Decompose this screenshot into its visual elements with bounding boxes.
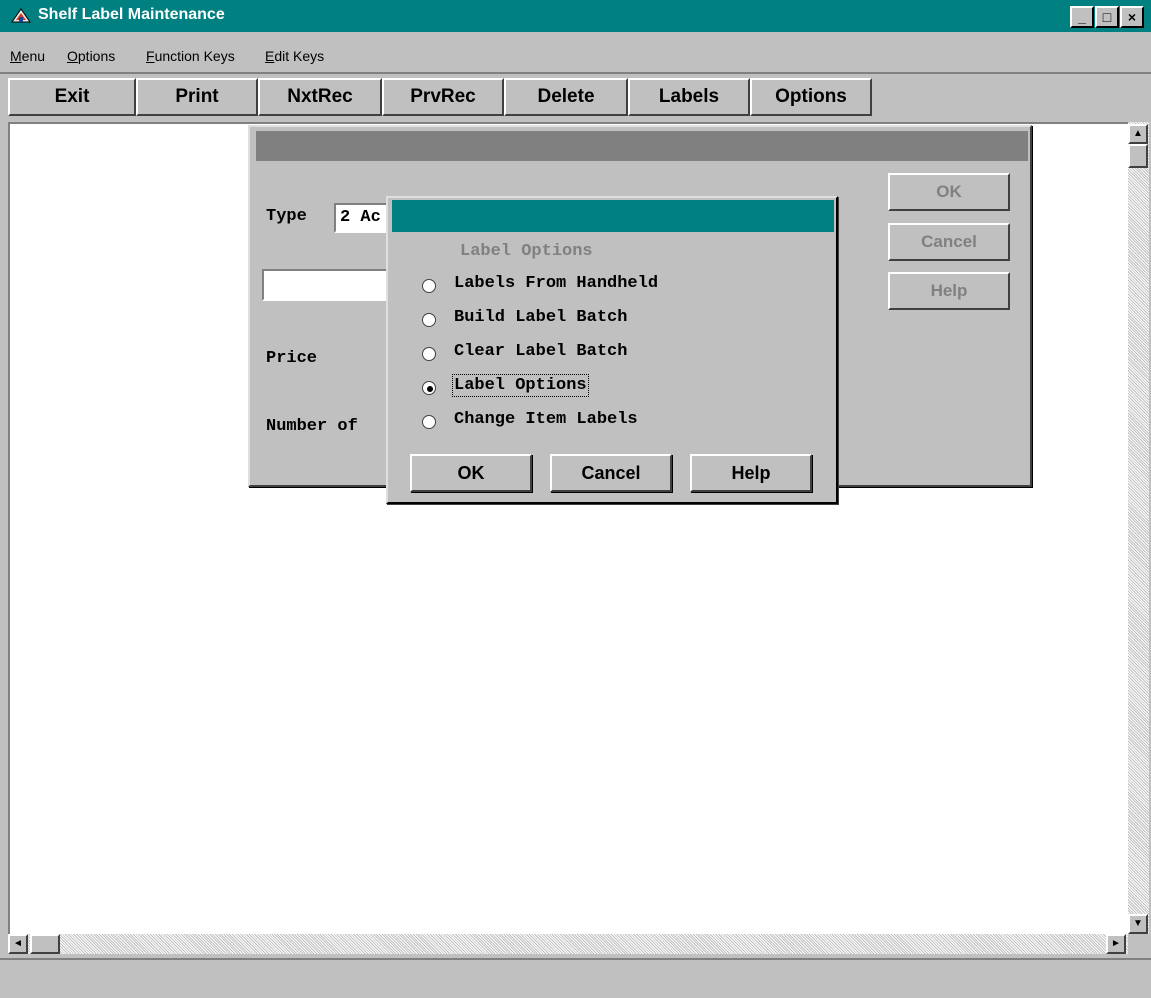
close-button[interactable]: × bbox=[1120, 6, 1144, 28]
scroll-right-icon[interactable]: ► bbox=[1106, 934, 1126, 954]
app-icon bbox=[10, 6, 32, 26]
menu-function-keys[interactable]: Function Keys bbox=[146, 48, 235, 64]
back-ok-button[interactable]: OK bbox=[888, 173, 1010, 211]
vertical-scrollbar[interactable] bbox=[1128, 122, 1149, 934]
cancel-button[interactable]: Cancel bbox=[550, 454, 672, 492]
radio-change-item-labels[interactable]: Change Item Labels bbox=[422, 408, 752, 436]
horizontal-scroll-thumb[interactable] bbox=[30, 934, 60, 954]
radio-label-options[interactable]: Label Options bbox=[422, 374, 752, 402]
labels-button[interactable]: Labels bbox=[628, 78, 750, 116]
scroll-left-icon[interactable]: ◄ bbox=[8, 934, 28, 954]
dialog-heading: Label Options bbox=[460, 242, 593, 261]
help-button[interactable]: Help bbox=[690, 454, 812, 492]
options-button[interactable]: Options bbox=[750, 78, 872, 116]
radio-button-icon[interactable] bbox=[422, 279, 436, 293]
option-label: Clear Label Batch bbox=[454, 342, 628, 361]
radio-button-icon[interactable] bbox=[422, 313, 436, 327]
radio-dot-icon bbox=[427, 386, 433, 392]
radio-button-selected-icon[interactable] bbox=[422, 381, 436, 395]
scroll-up-icon[interactable]: ▲ bbox=[1128, 124, 1148, 144]
dialog-titlebar[interactable] bbox=[256, 131, 1028, 161]
type-field-value: 2 Ac bbox=[340, 208, 381, 227]
option-label: Label Options bbox=[452, 374, 589, 397]
window-title: Shelf Label Maintenance bbox=[38, 6, 225, 23]
option-label: Change Item Labels bbox=[454, 410, 638, 429]
radio-button-icon[interactable] bbox=[422, 415, 436, 429]
menu-bar: Menu Options Function Keys Edit Keys bbox=[0, 32, 1151, 74]
type-label: Type bbox=[266, 207, 307, 226]
back-cancel-button[interactable]: Cancel bbox=[888, 223, 1010, 261]
delete-button[interactable]: Delete bbox=[504, 78, 628, 116]
number-of-label: Number of bbox=[266, 417, 358, 436]
menu-menu[interactable]: Menu bbox=[10, 48, 45, 64]
radio-clear-label-batch[interactable]: Clear Label Batch bbox=[422, 340, 752, 368]
function-key-toolbar: Exit Print NxtRec PrvRec Delete Labels O… bbox=[0, 76, 1151, 120]
next-record-button[interactable]: NxtRec bbox=[258, 78, 382, 116]
ok-button[interactable]: OK bbox=[410, 454, 532, 492]
minimize-button[interactable]: _ bbox=[1070, 6, 1094, 28]
scroll-down-icon[interactable]: ▼ bbox=[1128, 914, 1148, 934]
dialog-titlebar[interactable] bbox=[392, 200, 834, 232]
print-button[interactable]: Print bbox=[136, 78, 258, 116]
vertical-scroll-thumb[interactable] bbox=[1128, 144, 1148, 168]
type-field[interactable]: 2 Ac bbox=[334, 203, 394, 233]
menu-edit-keys[interactable]: Edit Keys bbox=[265, 48, 324, 64]
menu-options[interactable]: Options bbox=[67, 48, 115, 64]
previous-record-button[interactable]: PrvRec bbox=[382, 78, 504, 116]
radio-labels-from-handheld[interactable]: Labels From Handheld bbox=[422, 272, 752, 300]
back-help-button[interactable]: Help bbox=[888, 272, 1010, 310]
maximize-button[interactable]: □ bbox=[1095, 6, 1119, 28]
radio-button-icon[interactable] bbox=[422, 347, 436, 361]
description-field[interactable] bbox=[262, 269, 394, 301]
radio-build-label-batch[interactable]: Build Label Batch bbox=[422, 306, 752, 334]
option-label: Build Label Batch bbox=[454, 308, 628, 327]
window-titlebar[interactable]: Shelf Label Maintenance _ □ × bbox=[0, 0, 1151, 32]
option-label: Labels From Handheld bbox=[454, 274, 659, 293]
exit-button[interactable]: Exit bbox=[8, 78, 136, 116]
price-label: Price bbox=[266, 349, 318, 368]
label-options-dialog: Label Options Labels From Handheld Build… bbox=[386, 196, 838, 504]
horizontal-scrollbar[interactable] bbox=[8, 934, 1128, 954]
status-bar bbox=[0, 958, 1151, 998]
